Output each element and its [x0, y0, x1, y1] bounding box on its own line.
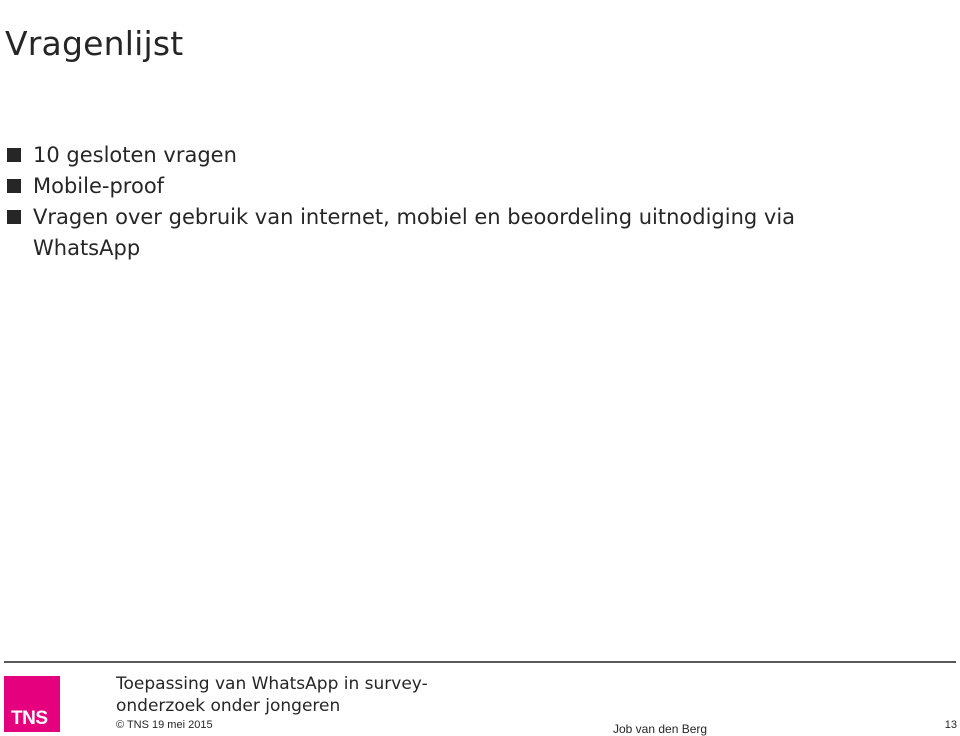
footer-title: Toepassing van WhatsApp in survey-onderz… — [116, 674, 428, 716]
bullet-item: Mobile-proof — [0, 171, 900, 202]
tns-logo: TNS — [4, 676, 60, 732]
bullet-text: 10 gesloten vragen — [33, 143, 237, 167]
bullet-text: Vragen over gebruik van internet, mobiel… — [33, 205, 796, 260]
logo-text: TNS — [11, 708, 48, 729]
footer-author: Job van den Berg — [613, 722, 708, 736]
square-bullet-icon — [7, 179, 21, 193]
bullet-list: 10 gesloten vragen Mobile-proof Vragen o… — [0, 140, 900, 264]
square-bullet-icon — [7, 210, 21, 224]
square-bullet-icon — [7, 148, 21, 162]
page-number: 13 — [944, 719, 957, 731]
footer-divider — [4, 661, 956, 663]
footer-copyright: © TNS 19 mei 2015 — [116, 719, 213, 731]
bullet-text: Mobile-proof — [33, 174, 165, 198]
bullet-item: 10 gesloten vragen — [0, 140, 900, 171]
slide-title: Vragenlijst — [5, 24, 184, 63]
bullet-item: Vragen over gebruik van internet, mobiel… — [0, 202, 900, 264]
